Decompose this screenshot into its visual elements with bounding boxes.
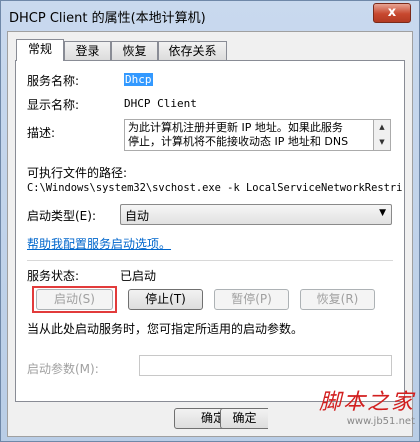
description-line-1: 为此计算机注册并更新 IP 地址。如果此服务: [128, 121, 343, 134]
tab-general[interactable]: 常规: [16, 39, 64, 61]
tab-recovery[interactable]: 恢复: [111, 41, 158, 60]
tab-dependencies[interactable]: 依存关系: [158, 41, 227, 60]
service-name-value[interactable]: Dhcp: [124, 73, 153, 86]
exec-path-label: 可执行文件的路径:: [27, 166, 128, 180]
watermark: 脚本之家 www.jb51.net: [319, 384, 415, 427]
chevron-down-icon: ▼: [379, 208, 386, 218]
service-status-value: 已启动: [120, 269, 157, 283]
properties-window: DHCP Client 的属性(本地计算机) x 常规 登录 恢复 依存关系 服…: [0, 0, 420, 442]
window-title: DHCP Client 的属性(本地计算机): [9, 11, 206, 26]
service-name-selected-text: Dhcp: [124, 73, 153, 86]
pause-button[interactable]: 暂停(P): [214, 289, 289, 310]
start-params-input[interactable]: [139, 355, 392, 376]
startup-type-label: 启动类型(E):: [27, 209, 96, 223]
watermark-logo: 脚本之家: [318, 390, 415, 415]
start-params-label: 启动参数(M):: [27, 362, 99, 376]
title-bar[interactable]: DHCP Client 的属性(本地计算机) x: [1, 1, 419, 29]
service-name-label: 服务名称:: [27, 74, 80, 88]
cancel-button[interactable]: 确定: [220, 408, 268, 429]
start-button[interactable]: 启动(S): [36, 289, 113, 310]
resume-button[interactable]: 恢复(R): [300, 289, 375, 310]
service-status-label: 服务状态:: [27, 269, 80, 283]
close-icon: x: [387, 5, 397, 20]
description-label: 描述:: [27, 126, 56, 140]
startup-type-value: 自动: [125, 209, 150, 223]
close-button[interactable]: x: [373, 3, 411, 23]
stop-button[interactable]: 停止(T): [128, 289, 203, 310]
description-scrollbar[interactable]: ▲ ▼: [374, 119, 391, 151]
arrow-down-icon[interactable]: ▼: [374, 135, 390, 150]
start-params-hint: 当从此处启动服务时，您可指定所适用的启动参数。: [27, 322, 304, 336]
description-box[interactable]: 为此计算机注册并更新 IP 地址。如果此服务 停止，计算机将不能接收动态 IP …: [124, 119, 374, 151]
help-configure-link[interactable]: 帮助我配置服务启动选项。: [27, 235, 171, 252]
tab-logon[interactable]: 登录: [64, 41, 111, 60]
description-line-2: 停止，计算机将不能接收动态 IP 地址和 DNS: [128, 135, 349, 148]
display-name-label: 显示名称:: [27, 98, 80, 112]
separator: [27, 260, 393, 261]
exec-path-value[interactable]: C:\Windows\system32\svchost.exe -k Local…: [27, 182, 402, 194]
display-name-value[interactable]: DHCP Client: [124, 97, 197, 110]
arrow-up-icon[interactable]: ▲: [374, 120, 390, 135]
dialog-client-area: 常规 登录 恢复 依存关系 服务名称: Dhcp 显示名称: DHCP Clie…: [7, 31, 413, 437]
watermark-url: www.jb51.net: [346, 416, 415, 427]
startup-type-dropdown[interactable]: 自动 ▼: [120, 204, 392, 225]
general-tab-panel: 服务名称: Dhcp 显示名称: DHCP Client 描述: 为此计算机注册…: [15, 60, 405, 402]
